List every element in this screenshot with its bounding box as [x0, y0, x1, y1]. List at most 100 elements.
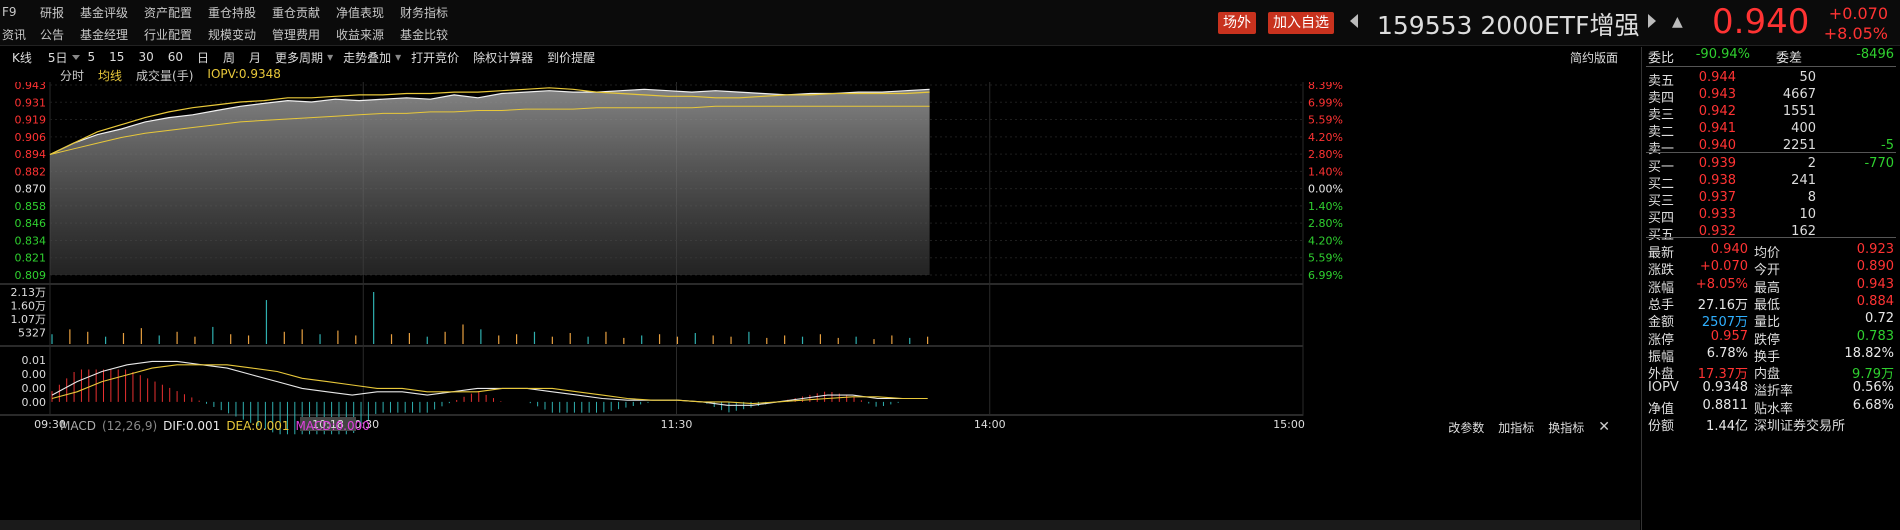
simple-layout-button[interactable]: 简约版面 [1570, 49, 1618, 66]
weibi-value: -90.94% [1695, 47, 1750, 62]
chevron-down-icon[interactable]: ▾ [395, 50, 401, 64]
bid-price[interactable]: 0.937 [1699, 190, 1736, 205]
add-indicator-button[interactable]: 加指标 [1498, 419, 1534, 436]
nav-fund-compare[interactable]: 基金比较 [400, 26, 464, 43]
chart-canvas[interactable]: 0.943 0.931 0.919 0.906 0.894 0.882 0.870 0.858… [0, 82, 1640, 522]
ask-price[interactable]: 0.941 [1699, 121, 1736, 136]
pct-tick: 6.99% [1308, 96, 1343, 109]
volume-tick: 1.07万 [11, 313, 47, 326]
nav-scale-change[interactable]: 规模变动 [208, 26, 272, 43]
ask-price[interactable]: 0.942 [1699, 104, 1736, 119]
period-60min[interactable]: 60 [168, 50, 183, 64]
ask-price[interactable]: 0.943 [1699, 87, 1736, 102]
period-day[interactable]: 日 [197, 49, 209, 66]
stat-value: 0.9348 [1702, 380, 1749, 396]
stat-value: 27.16万 [1697, 297, 1748, 313]
stat-label: 涨幅 [1648, 280, 1675, 296]
stat-value: 0.940 [1710, 242, 1748, 257]
nav-holding-contribution[interactable]: 重仓贡献 [272, 4, 336, 21]
stat-label: 深圳证券交易所 [1754, 419, 1846, 434]
event-marker: * [510, 82, 517, 86]
stat-value: 0.783 [1856, 328, 1894, 344]
pct-tick: 8.39% [1308, 82, 1343, 92]
stat-label: 振幅 [1648, 349, 1675, 365]
stat-value: 9.79万 [1852, 367, 1894, 383]
nav-fund-rating[interactable]: 基金评级 [80, 4, 144, 21]
period-15min[interactable]: 15 [109, 50, 124, 64]
overlay-button[interactable]: 走势叠加 [343, 49, 391, 66]
stat-label: IOPV [1648, 380, 1679, 396]
macd-indicator-name[interactable]: MACD [60, 419, 96, 433]
dif-line [51, 360, 928, 406]
volume-tick: 2.13万 [11, 286, 47, 299]
nav-asset-allocation[interactable]: 资产配置 [144, 4, 208, 21]
bid-volume-change: -770 [1864, 156, 1894, 171]
next-security-icon[interactable] [1648, 14, 1656, 28]
nav-top-holdings[interactable]: 重仓持股 [208, 4, 272, 21]
price-tick: 0.943 [15, 82, 47, 92]
nav-research[interactable]: 研报 [40, 4, 80, 21]
pct-tick: 6.99% [1308, 269, 1343, 282]
pct-tick: 2.80% [1308, 148, 1343, 161]
prev-security-icon[interactable] [1350, 14, 1358, 28]
chevron-down-icon[interactable]: ▾ [327, 50, 333, 64]
macd-params: (12,26,9) [101, 419, 158, 433]
chevron-down-icon[interactable] [71, 54, 80, 60]
offsite-button[interactable]: 场外 [1218, 12, 1256, 34]
time-tick: 11:30 [661, 418, 693, 431]
more-periods-button[interactable]: 更多周期 [275, 49, 323, 66]
switch-indicator-button[interactable]: 换指标 [1548, 419, 1584, 436]
last-price: 0.940 [1712, 2, 1810, 42]
nav-news[interactable]: 资讯 [0, 26, 40, 43]
alert-bell-icon[interactable]: ▲ [1672, 14, 1683, 30]
add-watchlist-button[interactable]: 加入自选 [1268, 12, 1334, 34]
nav-announcements[interactable]: 公告 [40, 26, 80, 43]
bid-volume: 8 [1807, 190, 1816, 205]
macd-tick: 0.01 [22, 354, 47, 367]
nav-financial-indicators[interactable]: 财务指标 [400, 4, 464, 21]
nav-f9[interactable]: F9 [0, 5, 40, 19]
bid-price[interactable]: 0.939 [1699, 156, 1736, 171]
stat-value: 0.8811 [1702, 397, 1749, 413]
bid-row[interactable]: 买五 0.932 162 [1646, 224, 1900, 244]
order-ratio-row: 委比 -90.94% 委差 -8496 [1646, 47, 1900, 67]
legend-volume: 成交量(手) [136, 69, 194, 83]
period-month[interactable]: 月 [249, 49, 261, 66]
period-5min[interactable]: 5 [88, 50, 96, 64]
pct-tick: 4.20% [1308, 234, 1343, 247]
close-icon[interactable]: ✕ [1598, 419, 1610, 436]
divider [1646, 152, 1896, 153]
nav-fund-manager[interactable]: 基金经理 [80, 26, 144, 43]
ex-rights-calculator-button[interactable]: 除权计算器 [473, 49, 533, 66]
price-tick: 0.894 [15, 148, 47, 161]
ask-price[interactable]: 0.940 [1699, 138, 1736, 153]
period-kline[interactable]: K线 [12, 49, 32, 66]
nav-nav-performance[interactable]: 净值表现 [336, 4, 400, 21]
nav-management-fee[interactable]: 管理费用 [272, 26, 336, 43]
bid-price[interactable]: 0.933 [1699, 207, 1736, 222]
weibi-label: 委比 [1648, 51, 1675, 66]
legend-intraday: 分时 [60, 69, 85, 83]
macd-tick: 0.00 [22, 382, 47, 395]
stat-label: 外盘 [1648, 367, 1675, 383]
bid-price[interactable]: 0.938 [1699, 173, 1736, 188]
nav-industry-allocation[interactable]: 行业配置 [144, 26, 208, 43]
nav-income-source[interactable]: 收益来源 [336, 26, 400, 43]
stat-value: 6.68% [1852, 397, 1894, 413]
period-30min[interactable]: 30 [138, 50, 153, 64]
period-5day[interactable]: 5日 [48, 49, 68, 66]
stat-label: 涨跌 [1648, 263, 1675, 279]
pct-tick: 2.80% [1308, 217, 1343, 230]
stat-label: 溢折率 [1754, 384, 1794, 400]
ask-price[interactable]: 0.944 [1699, 70, 1736, 85]
intraday-chart[interactable]: 0.943 0.931 0.919 0.906 0.894 0.882 0.870 0.858… [0, 82, 1640, 517]
call-auction-button[interactable]: 打开竞价 [411, 49, 459, 66]
stat-value: 17.37万 [1697, 367, 1748, 383]
ask-volume: 50 [1799, 70, 1816, 85]
period-week[interactable]: 周 [223, 49, 235, 66]
volume-tick: 1.60万 [11, 300, 47, 313]
stat-value: +0.070 [1699, 259, 1748, 275]
edit-params-button[interactable]: 改参数 [1448, 419, 1484, 436]
price-alert-button[interactable]: 到价提醒 [547, 49, 595, 66]
ask-row[interactable]: 卖一 0.940 2251 -5 [1646, 138, 1900, 158]
